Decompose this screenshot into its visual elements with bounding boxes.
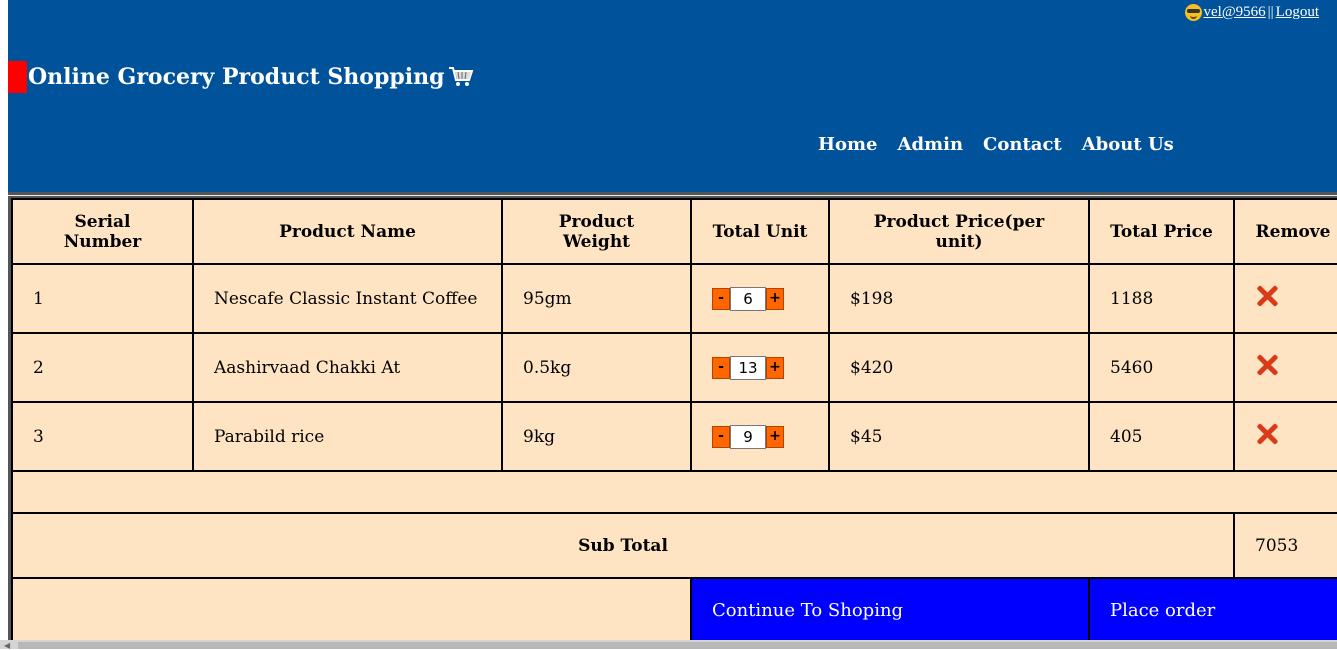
quantity-stepper: - 6 + bbox=[712, 286, 808, 311]
increment-button[interactable]: + bbox=[766, 287, 784, 310]
decrement-button[interactable]: - bbox=[712, 287, 730, 310]
actions-row: Continue To Shoping Place order bbox=[11, 577, 1337, 640]
nav-admin[interactable]: Admin bbox=[898, 134, 964, 155]
serial-cell: 2 bbox=[11, 332, 194, 403]
increment-button[interactable]: + bbox=[766, 425, 784, 448]
unit-cell: - 6 + bbox=[690, 263, 830, 334]
logout-link[interactable]: Logout bbox=[1276, 4, 1319, 21]
col-serial-number: Serial Number bbox=[11, 198, 194, 265]
subtotal-value: 7053 bbox=[1233, 512, 1337, 579]
quantity-stepper: - 13 + bbox=[712, 355, 808, 380]
total-price-cell: 5460 bbox=[1088, 332, 1235, 403]
weight-cell: 0.5kg bbox=[501, 332, 692, 403]
cart-table-wrapper: Serial Number Product Name Product Weigh… bbox=[8, 196, 1337, 640]
col-product-name: Product Name bbox=[192, 198, 503, 265]
unit-cell: - 9 + bbox=[690, 401, 830, 472]
place-order-button[interactable]: Place order bbox=[1088, 577, 1337, 640]
serial-cell: 3 bbox=[11, 401, 194, 472]
link-separator: || bbox=[1267, 4, 1274, 20]
table-header-row: Serial Number Product Name Product Weigh… bbox=[11, 198, 1337, 265]
site-title-text: Online Grocery Product Shopping bbox=[28, 64, 445, 90]
total-price-cell: 405 bbox=[1088, 401, 1235, 472]
remove-cell bbox=[1233, 263, 1337, 334]
remove-cell bbox=[1233, 401, 1337, 472]
spacer-cell bbox=[11, 470, 1337, 514]
accent-bar bbox=[8, 61, 27, 93]
remove-x-icon[interactable] bbox=[1255, 353, 1279, 377]
nav-home[interactable]: Home bbox=[818, 134, 878, 155]
main-nav: Home Admin Contact About Us bbox=[818, 134, 1174, 155]
table-row: 3 Parabild rice 9kg - 9 + $45 405 bbox=[11, 401, 1337, 472]
user-logout-link[interactable]: vel@9566 || Logout bbox=[1184, 4, 1319, 21]
username-link[interactable]: vel@9566 bbox=[1204, 4, 1266, 21]
horizontal-scrollbar[interactable]: ◀ bbox=[0, 640, 1337, 650]
unit-cell: - 13 + bbox=[690, 332, 830, 403]
col-total-price: Total Price bbox=[1088, 198, 1235, 265]
remove-cell bbox=[1233, 332, 1337, 403]
increment-button[interactable]: + bbox=[766, 356, 784, 379]
col-product-price: Product Price(per unit) bbox=[828, 198, 1090, 265]
actions-empty-cell bbox=[11, 577, 692, 640]
decrement-button[interactable]: - bbox=[712, 356, 730, 379]
col-total-unit: Total Unit bbox=[690, 198, 830, 265]
remove-x-icon[interactable] bbox=[1255, 422, 1279, 446]
weight-cell: 9kg bbox=[501, 401, 692, 472]
subtotal-label: Sub Total bbox=[11, 512, 1235, 579]
decrement-button[interactable]: - bbox=[712, 425, 730, 448]
price-cell: $420 bbox=[828, 332, 1090, 403]
weight-cell: 95gm bbox=[501, 263, 692, 334]
product-name-cell: Parabild rice bbox=[192, 401, 503, 472]
site-title: Online Grocery Product Shopping bbox=[28, 64, 474, 90]
nav-about-us[interactable]: About Us bbox=[1082, 134, 1174, 155]
price-cell: $45 bbox=[828, 401, 1090, 472]
total-price-cell: 1188 bbox=[1088, 263, 1235, 334]
nav-contact[interactable]: Contact bbox=[983, 134, 1062, 155]
col-product-weight: Product Weight bbox=[501, 198, 692, 265]
subtotal-row: Sub Total 7053 bbox=[11, 512, 1337, 579]
remove-x-icon[interactable] bbox=[1255, 284, 1279, 308]
cart-table: Serial Number Product Name Product Weigh… bbox=[11, 198, 1337, 640]
product-name-cell: Nescafe Classic Instant Coffee bbox=[192, 263, 503, 334]
price-cell: $198 bbox=[828, 263, 1090, 334]
serial-cell: 1 bbox=[11, 263, 194, 334]
quantity-input[interactable]: 9 bbox=[730, 424, 766, 449]
continue-shopping-button[interactable]: Continue To Shoping bbox=[690, 577, 1090, 640]
page-header: vel@9566 || Logout Online Grocery Product … bbox=[8, 0, 1337, 192]
spacer-row bbox=[11, 470, 1337, 514]
quantity-input[interactable]: 13 bbox=[730, 355, 766, 380]
table-row: 1 Nescafe Classic Instant Coffee 95gm - … bbox=[11, 263, 1337, 334]
product-name-cell: Aashirvaad Chakki At bbox=[192, 332, 503, 403]
shopping-cart-icon bbox=[449, 67, 474, 86]
quantity-stepper: - 9 + bbox=[712, 424, 808, 449]
scrollbar-thumb[interactable] bbox=[18, 642, 1337, 649]
sunglasses-emoji-icon bbox=[1184, 4, 1202, 21]
col-remove: Remove bbox=[1233, 198, 1337, 265]
table-row: 2 Aashirvaad Chakki At 0.5kg - 13 + $420… bbox=[11, 332, 1337, 403]
quantity-input[interactable]: 6 bbox=[730, 286, 766, 311]
